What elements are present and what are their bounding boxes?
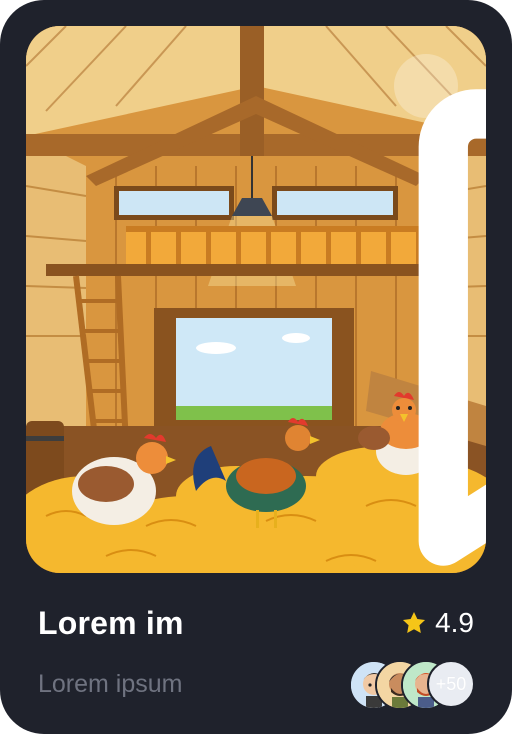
rating-value: 4.9 [435,607,474,638]
rating: 4.9 [401,606,474,640]
more-participants-count[interactable]: +50 [427,660,475,708]
product-card[interactable]: Lorem im 4.9 Lorem ipsum +50 [0,0,512,734]
participants-avatars[interactable]: +50 [349,660,475,710]
card-subtitle: Lorem ipsum [38,670,183,698]
bookmark-icon [418,89,486,566]
star-icon [403,611,426,633]
card-title: Lorem im [38,605,184,641]
bookmark-button[interactable] [394,54,486,566]
barn-illustration [26,26,486,573]
